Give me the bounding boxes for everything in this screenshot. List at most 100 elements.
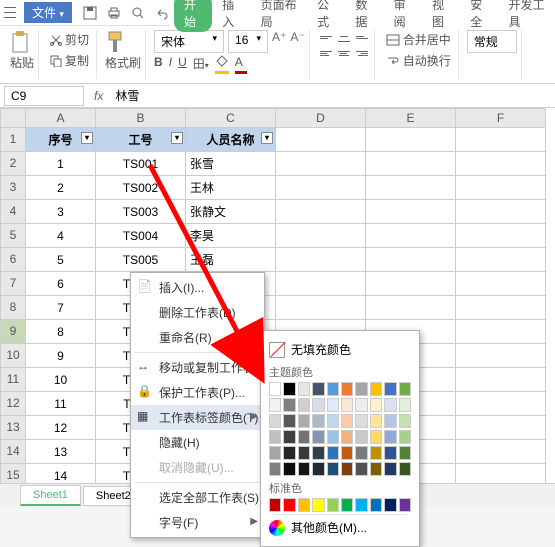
row-header[interactable]: 8 [0, 296, 26, 320]
cell[interactable] [456, 152, 546, 176]
tab-view[interactable]: 视图 [422, 0, 460, 34]
cell[interactable] [366, 128, 456, 152]
cell[interactable]: 工号▾ [96, 128, 186, 152]
color-swatch[interactable] [341, 446, 353, 460]
cell[interactable]: 张静文 [186, 200, 276, 224]
cell[interactable] [456, 272, 546, 296]
color-swatch[interactable] [399, 462, 411, 476]
color-swatch[interactable] [341, 414, 353, 428]
paste-button[interactable]: 粘贴 [10, 30, 34, 71]
align-right-icon[interactable] [354, 46, 370, 60]
cell[interactable] [276, 176, 366, 200]
cell[interactable] [456, 128, 546, 152]
color-swatch[interactable] [370, 398, 382, 412]
cell[interactable] [276, 128, 366, 152]
tab-data[interactable]: 数据 [345, 0, 383, 34]
row-header[interactable]: 1 [0, 128, 26, 152]
col-header-A[interactable]: A [26, 108, 96, 128]
cell[interactable]: TS004 [96, 224, 186, 248]
font-color-button[interactable]: A [235, 55, 243, 72]
format-painter-button[interactable]: 格式刷 [105, 30, 141, 71]
cut-button[interactable]: 剪切 [47, 30, 92, 49]
col-header-E[interactable]: E [366, 108, 456, 128]
cell[interactable] [366, 296, 456, 320]
no-fill-option[interactable]: 无填充颜色 [269, 339, 411, 360]
cell[interactable]: 7 [26, 296, 96, 320]
cell[interactable]: 序号▾ [26, 128, 96, 152]
cell[interactable] [366, 248, 456, 272]
color-swatch[interactable] [370, 430, 382, 444]
cell[interactable] [366, 272, 456, 296]
color-swatch[interactable] [327, 462, 339, 476]
color-swatch[interactable] [312, 414, 324, 428]
color-swatch[interactable] [327, 498, 339, 512]
cell[interactable] [276, 248, 366, 272]
file-menu-button[interactable]: 文件 ▾ [24, 2, 72, 23]
row-header[interactable]: 12 [0, 392, 26, 416]
color-swatch[interactable] [370, 382, 382, 396]
cell[interactable]: 12 [26, 416, 96, 440]
cell[interactable] [456, 344, 546, 368]
color-swatch[interactable] [312, 462, 324, 476]
color-swatch[interactable] [298, 414, 310, 428]
color-swatch[interactable] [399, 430, 411, 444]
color-swatch[interactable] [298, 462, 310, 476]
color-swatch[interactable] [327, 398, 339, 412]
cell[interactable] [276, 200, 366, 224]
color-swatch[interactable] [370, 446, 382, 460]
color-swatch[interactable] [269, 446, 281, 460]
cell[interactable] [456, 392, 546, 416]
cell[interactable] [276, 224, 366, 248]
cell[interactable]: TS002 [96, 176, 186, 200]
cell[interactable] [366, 200, 456, 224]
underline-button[interactable]: U [178, 55, 187, 72]
cell[interactable] [456, 368, 546, 392]
cell[interactable] [276, 272, 366, 296]
color-swatch[interactable] [283, 382, 295, 396]
color-swatch[interactable] [399, 398, 411, 412]
color-swatch[interactable] [384, 430, 396, 444]
ctx-insert[interactable]: 📄插入(I)... [131, 275, 264, 300]
color-swatch[interactable] [399, 498, 411, 512]
row-header[interactable]: 13 [0, 416, 26, 440]
color-swatch[interactable] [327, 430, 339, 444]
row-header[interactable]: 6 [0, 248, 26, 272]
color-swatch[interactable] [370, 498, 382, 512]
color-swatch[interactable] [327, 414, 339, 428]
color-swatch[interactable] [283, 462, 295, 476]
color-swatch[interactable] [269, 414, 281, 428]
ctx-rename[interactable]: 重命名(R) [131, 325, 264, 350]
color-swatch[interactable] [384, 446, 396, 460]
cell[interactable] [456, 416, 546, 440]
color-swatch[interactable] [269, 398, 281, 412]
color-swatch[interactable] [384, 462, 396, 476]
color-swatch[interactable] [355, 446, 367, 460]
color-swatch[interactable] [384, 498, 396, 512]
cell[interactable] [456, 224, 546, 248]
color-swatch[interactable] [355, 398, 367, 412]
cell[interactable] [456, 176, 546, 200]
row-header[interactable]: 5 [0, 224, 26, 248]
color-swatch[interactable] [370, 414, 382, 428]
cell[interactable] [366, 224, 456, 248]
color-swatch[interactable] [341, 382, 353, 396]
cell[interactable]: 11 [26, 392, 96, 416]
color-swatch[interactable] [283, 430, 295, 444]
color-swatch[interactable] [355, 430, 367, 444]
border-button[interactable]: 田▾ [193, 55, 209, 72]
color-swatch[interactable] [269, 430, 281, 444]
tab-insert[interactable]: 插入 [212, 0, 250, 34]
color-swatch[interactable] [312, 398, 324, 412]
color-swatch[interactable] [399, 446, 411, 460]
ctx-move-copy[interactable]: ↔移动或复制工作表(M)... [131, 355, 264, 380]
cell[interactable] [366, 152, 456, 176]
col-header-C[interactable]: C [186, 108, 276, 128]
color-swatch[interactable] [312, 446, 324, 460]
color-swatch[interactable] [298, 498, 310, 512]
tab-dev[interactable]: 开发工具 [499, 0, 555, 34]
color-swatch[interactable] [384, 414, 396, 428]
color-swatch[interactable] [341, 430, 353, 444]
cell[interactable]: 张雪 [186, 152, 276, 176]
cell[interactable]: TS005 [96, 248, 186, 272]
cell[interactable]: 3 [26, 200, 96, 224]
